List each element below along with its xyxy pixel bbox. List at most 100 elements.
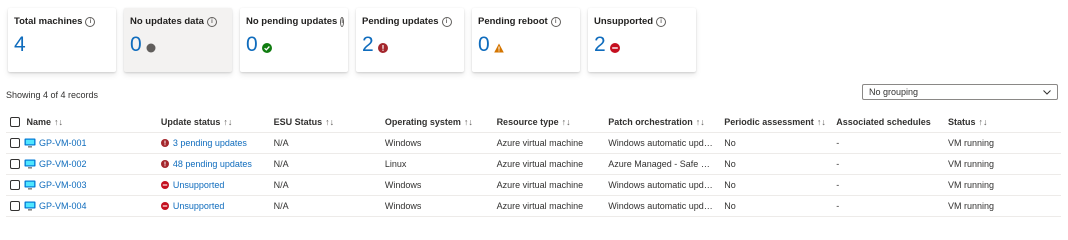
- vm-status: VM running: [944, 132, 1061, 154]
- sort-icon[interactable]: ↑↓: [54, 117, 63, 127]
- info-icon: i: [441, 16, 452, 27]
- sort-icon[interactable]: ↑↓: [696, 117, 705, 127]
- info-icon: i: [340, 16, 344, 27]
- periodic-assessment: No: [720, 153, 833, 175]
- update-status-link[interactable]: Unsupported: [173, 201, 225, 211]
- periodic-assessment: No: [720, 132, 833, 154]
- column-header-status[interactable]: Status ↑↓: [944, 112, 1061, 133]
- row-checkbox[interactable]: [10, 159, 20, 170]
- grouping-dropdown[interactable]: No grouping: [862, 84, 1058, 100]
- patch-orchestration: Windows automatic updates: [608, 180, 717, 191]
- sort-icon[interactable]: ↑↓: [464, 117, 473, 127]
- resource-type: Azure virtual machine: [492, 195, 605, 217]
- info-icon: i: [656, 16, 667, 27]
- table-row[interactable]: GP-VM-002 48 pending updates N/A Linux A…: [6, 153, 1061, 175]
- chevron-down-icon: [1043, 90, 1051, 95]
- summary-cards: Total machines i 4 No updates data i 0 No …: [8, 8, 696, 72]
- update-status-link[interactable]: 48 pending updates: [173, 159, 252, 169]
- card-unsupported[interactable]: Unsupported i 2: [588, 8, 696, 72]
- sort-icon[interactable]: ↑↓: [223, 117, 232, 127]
- resource-type: Azure virtual machine: [492, 132, 605, 154]
- blocked-icon: [160, 201, 169, 210]
- column-header-operating-system[interactable]: Operating system ↑↓: [380, 112, 493, 133]
- esu-status: N/A: [269, 195, 381, 217]
- associated-schedules: -: [832, 174, 945, 196]
- warning-icon: [493, 43, 504, 53]
- vm-status: VM running: [944, 195, 1061, 217]
- blocked-icon: [160, 180, 169, 189]
- esu-status: N/A: [269, 153, 381, 175]
- virtual-machine-icon: [24, 138, 36, 148]
- card-value: 0: [478, 33, 490, 56]
- update-status-link[interactable]: Unsupported: [173, 180, 225, 190]
- vm-status: VM running: [944, 174, 1061, 196]
- esu-status: N/A: [269, 174, 381, 196]
- card-title: Unsupported: [594, 16, 654, 27]
- card-no-updates-data[interactable]: No updates data i 0: [124, 8, 232, 72]
- records-count: Showing 4 of 4 records: [6, 90, 99, 100]
- row-checkbox[interactable]: [10, 180, 20, 191]
- card-value: 2: [594, 33, 606, 56]
- operating-system: Linux: [380, 153, 493, 175]
- info-icon: i: [206, 16, 217, 27]
- sort-icon[interactable]: ↑↓: [817, 117, 826, 127]
- column-header-name[interactable]: Name ↑↓: [6, 112, 157, 133]
- card-pending-updates[interactable]: Pending updates i 2: [356, 8, 464, 72]
- patch-orchestration: Windows automatic updates: [608, 138, 717, 149]
- blocked-icon: [609, 43, 620, 53]
- associated-schedules: -: [832, 195, 945, 217]
- select-all-checkbox[interactable]: [10, 117, 20, 128]
- card-no-pending-updates[interactable]: No pending updates i 0: [240, 8, 348, 72]
- card-title: Pending updates: [362, 16, 439, 27]
- table-row[interactable]: GP-VM-003 Unsupported N/A Windows Azure …: [6, 174, 1061, 196]
- periodic-assessment: No: [720, 195, 833, 217]
- row-checkbox[interactable]: [10, 201, 20, 212]
- vm-name-link[interactable]: GP-VM-003: [39, 180, 87, 190]
- card-value: 2: [362, 33, 374, 56]
- associated-schedules: -: [832, 132, 945, 154]
- sort-icon[interactable]: ↑↓: [562, 117, 571, 127]
- card-total-machines[interactable]: Total machines i 4: [8, 8, 116, 72]
- table-row[interactable]: GP-VM-001 3 pending updates N/A Windows …: [6, 132, 1061, 154]
- resource-type: Azure virtual machine: [492, 153, 605, 175]
- associated-schedules: -: [832, 153, 945, 175]
- grouping-value: No grouping: [869, 87, 919, 97]
- card-title: Pending reboot: [478, 16, 548, 27]
- info-icon: i: [550, 16, 561, 27]
- card-title: Total machines: [14, 16, 83, 27]
- column-header-associated-schedules: Associated schedules: [832, 112, 945, 133]
- sort-icon[interactable]: ↑↓: [979, 117, 988, 127]
- virtual-machine-icon: [24, 159, 36, 169]
- row-checkbox[interactable]: [10, 138, 20, 149]
- virtual-machine-icon: [24, 201, 36, 211]
- patch-orchestration: Windows automatic updates: [608, 201, 717, 212]
- column-header-resource-type[interactable]: Resource type ↑↓: [492, 112, 605, 133]
- machines-table: Name ↑↓ Update status ↑↓ ESU Status ↑↓ Oper…: [6, 112, 1061, 217]
- esu-status: N/A: [269, 132, 381, 154]
- card-value: 4: [14, 33, 26, 56]
- vm-name-link[interactable]: GP-VM-004: [39, 201, 87, 211]
- virtual-machine-icon: [24, 180, 36, 190]
- red-alert-icon: [377, 43, 388, 53]
- info-icon: i: [85, 16, 96, 27]
- update-status-link[interactable]: 3 pending updates: [173, 138, 247, 148]
- card-value: 0: [130, 33, 142, 56]
- operating-system: Windows: [380, 132, 493, 154]
- column-header-update-status[interactable]: Update status ↑↓: [156, 112, 270, 133]
- table-row[interactable]: GP-VM-004 Unsupported N/A Windows Azure …: [6, 195, 1061, 217]
- periodic-assessment: No: [720, 174, 833, 196]
- column-header-patch-orchestration[interactable]: Patch orchestration ↑↓: [604, 112, 721, 133]
- sort-icon[interactable]: ↑↓: [325, 117, 334, 127]
- card-value: 0: [246, 33, 258, 56]
- card-title: No pending updates: [246, 16, 338, 27]
- column-header-periodic-assessment[interactable]: Periodic assessment ↑↓: [720, 112, 833, 133]
- red-alert-icon: [160, 138, 169, 147]
- gray-dot-icon: [146, 43, 156, 53]
- vm-name-link[interactable]: GP-VM-002: [39, 159, 87, 169]
- card-title: No updates data: [130, 16, 204, 27]
- patch-orchestration: Azure Managed - Safe Deployment: [608, 159, 716, 170]
- vm-name-link[interactable]: GP-VM-001: [39, 138, 87, 148]
- column-header-esu-status[interactable]: ESU Status ↑↓: [269, 112, 381, 133]
- vm-status: VM running: [944, 153, 1061, 175]
- card-pending-reboot[interactable]: Pending reboot i 0: [472, 8, 580, 72]
